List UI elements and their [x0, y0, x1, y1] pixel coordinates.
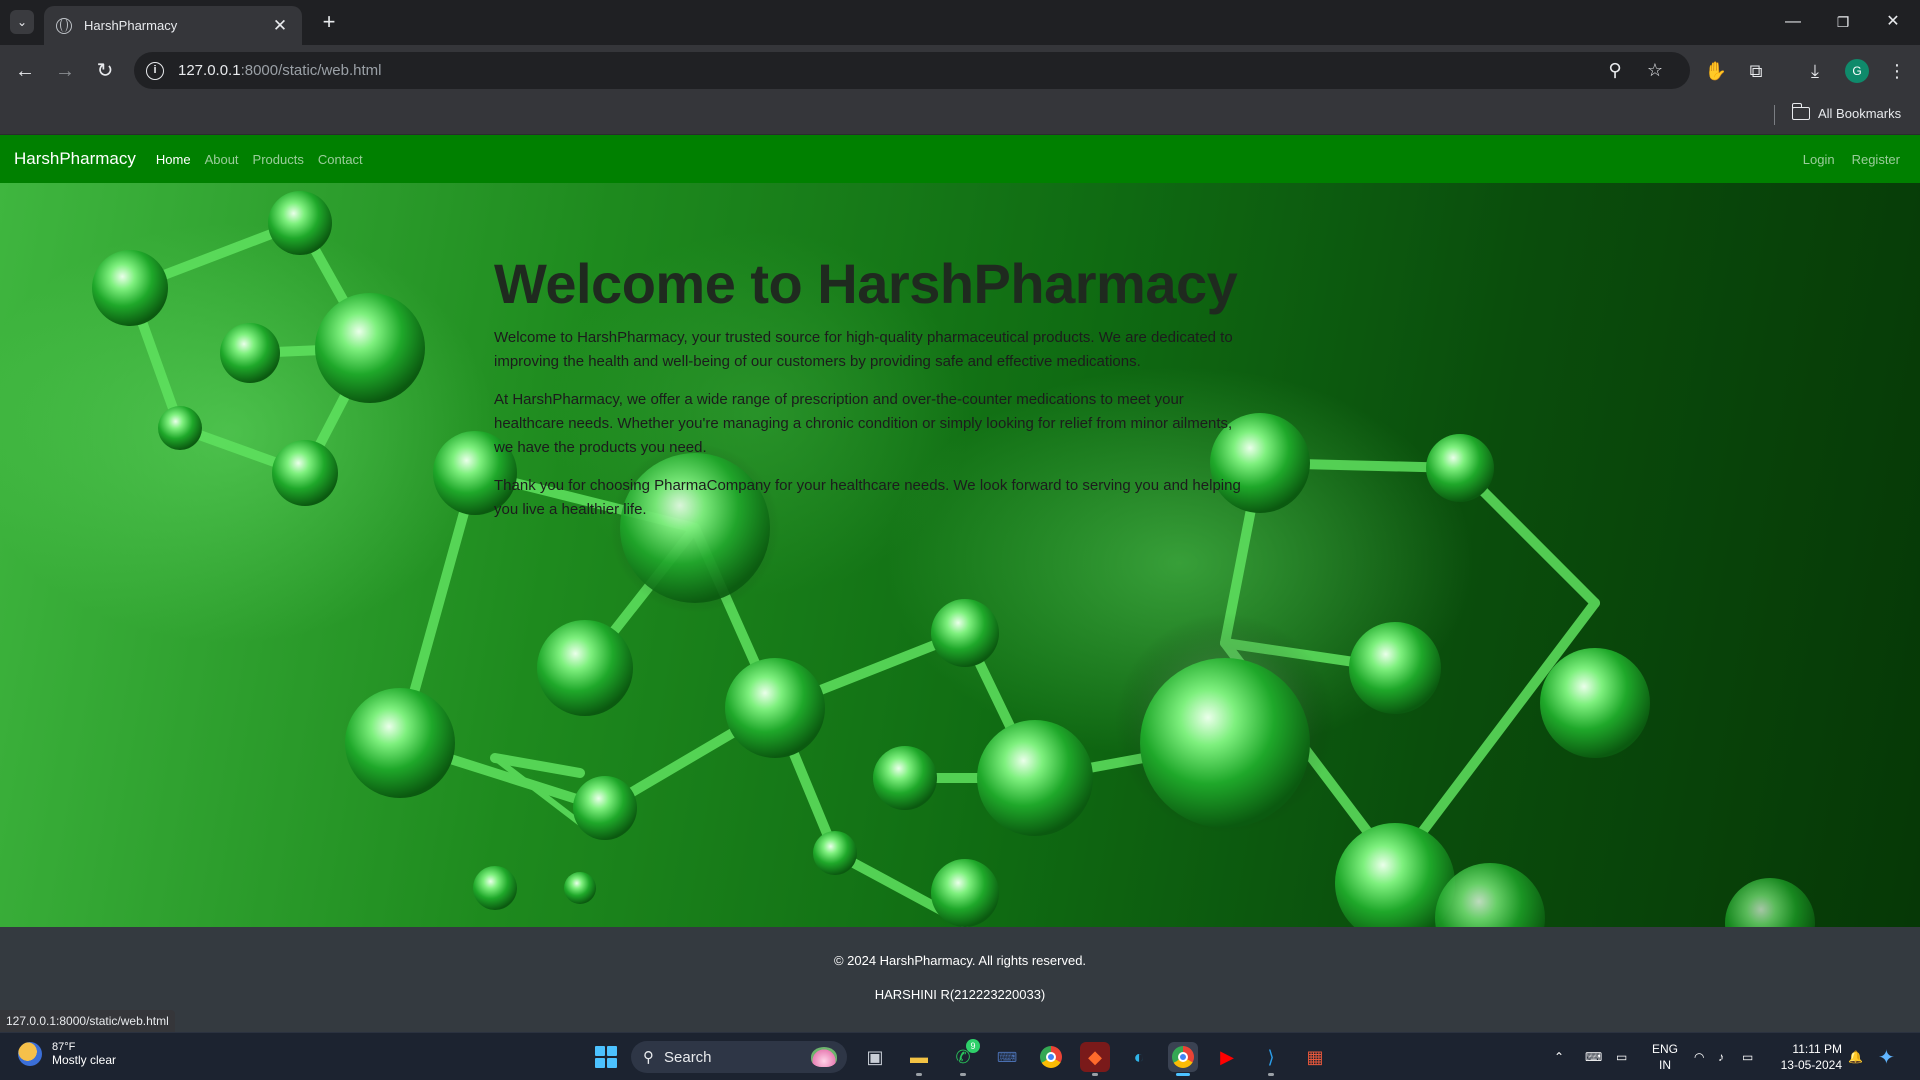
all-bookmarks-label: All Bookmarks: [1818, 106, 1902, 121]
language-indicator[interactable]: ENG IN: [1650, 1041, 1680, 1073]
app-running-indicator: [1268, 1073, 1274, 1076]
notification-bell-icon[interactable]: 🔔: [1848, 1033, 1863, 1080]
nav-link-login[interactable]: Login: [1803, 152, 1835, 167]
taskbar-search[interactable]: ⚲ Search: [631, 1041, 847, 1073]
site-footer: © 2024 HarshPharmacy. All rights reserve…: [0, 927, 1920, 1032]
brave-icon[interactable]: ◆: [1080, 1042, 1110, 1076]
hero-paragraph-3: Thank you for choosing PharmaCompany for…: [494, 477, 1241, 518]
folder-icon: [1791, 103, 1810, 120]
battery-icon[interactable]: ▭: [1742, 1033, 1753, 1080]
edge-icon[interactable]: ◐: [1124, 1042, 1154, 1072]
browser-tab-strip: ⌄ HarshPharmacy ✕ + — ❐ ✕: [0, 0, 1920, 45]
profile-avatar[interactable]: G: [1845, 59, 1869, 83]
wifi-icon[interactable]: ◠: [1694, 1033, 1704, 1080]
hero-paragraph-1: Welcome to HarshPharmacy, your trusted s…: [494, 329, 1233, 370]
office-app-icon[interactable]: ▦: [1300, 1042, 1330, 1072]
app-icon[interactable]: ⌨: [992, 1042, 1022, 1072]
navbar-brand[interactable]: HarshPharmacy: [14, 149, 136, 169]
nav-link-products[interactable]: Products: [253, 152, 304, 167]
task-view-icon[interactable]: ▣: [860, 1042, 890, 1072]
hero-content: Welcome to HarshPharmacy Welcome to Hars…: [494, 251, 1244, 536]
minimize-icon[interactable]: —: [1778, 8, 1808, 36]
search-highlight-icon: [811, 1047, 837, 1067]
taskbar-search-label: Search: [664, 1048, 712, 1066]
language-line-2: IN: [1659, 1058, 1671, 1072]
menu-kebab-icon[interactable]: ⋮: [1884, 58, 1910, 84]
copilot-icon[interactable]: ✦: [1878, 1033, 1895, 1080]
tab-close-icon[interactable]: ✕: [270, 16, 290, 36]
file-explorer-icon[interactable]: ▬: [904, 1042, 934, 1076]
hero-section: Welcome to HarshPharmacy Welcome to Hars…: [0, 183, 1920, 927]
nav-link-about[interactable]: About: [205, 152, 239, 167]
globe-icon: [56, 17, 72, 34]
download-icon[interactable]: ⤓: [1802, 58, 1828, 84]
site-navbar: HarshPharmacy Home About Products Contac…: [0, 135, 1920, 183]
forward-icon[interactable]: →: [52, 58, 78, 84]
close-window-icon[interactable]: ✕: [1878, 8, 1908, 36]
app-running-indicator: [960, 1073, 966, 1076]
weather-widget[interactable]: 87°F Mostly clear: [18, 1041, 116, 1067]
extension-icon[interactable]: ✋: [1703, 58, 1729, 84]
url-text: 127.0.0.1:8000/static/web.html: [178, 62, 382, 79]
zoom-icon[interactable]: ⚲: [1604, 60, 1626, 81]
nav-link-register[interactable]: Register: [1852, 152, 1900, 167]
chrome-icon[interactable]: [1036, 1042, 1066, 1072]
hero-title: Welcome to HarshPharmacy: [494, 252, 1238, 315]
windows-logo-icon: [595, 1046, 617, 1068]
weather-description: Mostly clear: [52, 1053, 117, 1067]
clock-date: 13-05-2024: [1780, 1058, 1842, 1072]
address-bar[interactable]: i 127.0.0.1:8000/static/web.html ⚲ ☆: [134, 52, 1690, 89]
browser-tab[interactable]: HarshPharmacy ✕: [44, 6, 302, 45]
windows-taskbar: 87°F Mostly clear ⚲ Search ▣ ▬ ✆ 9 ⌨ ◆ ◐…: [0, 1032, 1920, 1080]
bookmark-star-icon[interactable]: ☆: [1644, 60, 1666, 81]
nav-link-contact[interactable]: Contact: [318, 152, 363, 167]
reload-icon[interactable]: ↻: [92, 58, 118, 84]
taskbar-clock[interactable]: 11:11 PM 13-05-2024: [1772, 1041, 1842, 1073]
whatsapp-badge: 9: [966, 1039, 980, 1053]
back-icon[interactable]: ←: [12, 58, 38, 84]
footer-copyright: © 2024 HarshPharmacy. All rights reserve…: [833, 953, 1087, 968]
hero-paragraph-2: At HarshPharmacy, we offer a wide range …: [494, 391, 1233, 456]
browser-toolbar: ← → ↻ i 127.0.0.1:8000/static/web.html ⚲…: [0, 45, 1920, 97]
search-icon: ⚲: [643, 1049, 654, 1066]
display-icon[interactable]: ▭: [1616, 1033, 1627, 1080]
footer-author: HARSHINI R(212223220033): [874, 987, 1046, 1002]
keyboard-icon[interactable]: ⌨: [1585, 1033, 1602, 1080]
youtube-icon[interactable]: ▶: [1212, 1042, 1242, 1072]
all-bookmarks-button[interactable]: All Bookmarks: [1791, 103, 1902, 121]
navbar-right: Login Register: [1786, 135, 1900, 183]
chrome-profile-icon[interactable]: [1168, 1042, 1198, 1076]
language-line-1: ENG: [1651, 1042, 1678, 1056]
tab-title: HarshPharmacy: [84, 18, 178, 33]
nav-link-home[interactable]: Home: [156, 152, 191, 167]
extensions-puzzle-icon[interactable]: ⧉: [1743, 58, 1769, 84]
new-tab-button[interactable]: +: [316, 9, 342, 35]
app-active-indicator: [1176, 1073, 1190, 1076]
tab-search-chevron-icon[interactable]: ⌄: [10, 10, 34, 34]
bookmarks-divider: [1774, 105, 1775, 125]
bookmarks-bar: All Bookmarks: [0, 97, 1920, 135]
restore-icon[interactable]: ❐: [1828, 8, 1858, 36]
site-info-icon[interactable]: i: [146, 61, 164, 80]
tray-overflow-icon[interactable]: ⌃: [1554, 1033, 1564, 1080]
start-button[interactable]: [591, 1042, 621, 1072]
app-running-indicator: [916, 1073, 922, 1076]
vscode-icon[interactable]: ⟩: [1256, 1042, 1286, 1076]
status-bar-url: 127.0.0.1:8000/static/web.html: [0, 1010, 175, 1032]
whatsapp-icon[interactable]: ✆ 9: [948, 1039, 980, 1076]
weather-temperature: 87°F: [52, 1041, 76, 1053]
volume-icon[interactable]: ♪: [1718, 1033, 1724, 1080]
app-running-indicator: [1092, 1073, 1098, 1076]
clock-time: 11:11 PM: [1792, 1042, 1842, 1056]
weather-moon-icon: [18, 1042, 42, 1066]
page-viewport: HarshPharmacy Home About Products Contac…: [0, 135, 1920, 1032]
